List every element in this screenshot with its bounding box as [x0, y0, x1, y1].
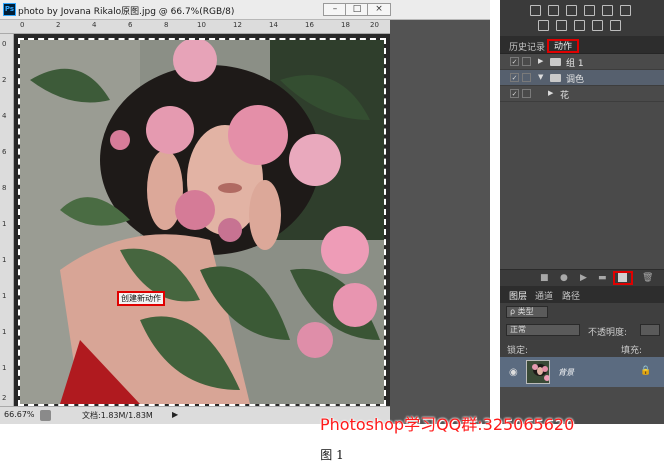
- ruler-tick: 0: [2, 40, 7, 48]
- actions-list: ✓ ▶ 组 1 ✓ ▼ 调色 ✓ ▶ 花: [500, 54, 664, 269]
- ruler-tick: 16: [305, 21, 314, 29]
- close-button[interactable]: ×: [367, 3, 391, 16]
- watermark-text: Photoshop学习QQ群:325065620: [320, 415, 575, 434]
- ruler-tick: 2: [2, 76, 7, 84]
- document-title-bar[interactable]: Ps photo by Jovana Rikalo原图.jpg @ 66.7%(…: [0, 0, 490, 20]
- action-set-label: 调色: [566, 75, 585, 85]
- horizontal-ruler[interactable]: 0 2 4 6 8 10 12 14 16 18 20: [0, 20, 390, 34]
- ruler-tick: 1: [2, 364, 7, 372]
- right-panels: 历史记录 动作 ✓ ▶ 组 1 ✓ ▼ 调色 ✓ ▶ 花 ■ ● ▶ ▬ 🗑 图…: [500, 0, 664, 424]
- adjustment-icon[interactable]: [584, 5, 595, 16]
- action-toggle-checkbox[interactable]: ✓: [510, 57, 519, 66]
- action-toggle-checkbox[interactable]: ✓: [510, 73, 519, 82]
- status-info-icon[interactable]: [40, 410, 51, 421]
- ruler-tick: 12: [233, 21, 242, 29]
- ruler-tick: 20: [370, 21, 379, 29]
- action-toggle-checkbox[interactable]: ✓: [510, 89, 519, 98]
- tab-paths[interactable]: 路径: [562, 289, 580, 302]
- adjustment-icon[interactable]: [574, 20, 585, 31]
- record-icon[interactable]: ●: [560, 273, 568, 283]
- ruler-tick: 4: [2, 112, 7, 120]
- ruler-tick: 6: [128, 21, 133, 29]
- vertical-ruler[interactable]: 0 2 4 6 8 1 1 1 1 1 2: [0, 34, 14, 406]
- status-menu-arrow-icon[interactable]: ▶: [172, 410, 178, 419]
- adjustment-icon[interactable]: [548, 5, 559, 16]
- dialog-toggle[interactable]: [522, 57, 531, 66]
- zoom-level[interactable]: 66.67%: [4, 410, 35, 419]
- ruler-tick: 4: [92, 21, 97, 29]
- maximize-button[interactable]: □: [345, 3, 369, 16]
- folder-icon: [550, 58, 561, 66]
- action-label: 花: [560, 91, 570, 101]
- document-image[interactable]: [18, 38, 386, 406]
- ruler-tick: 10: [197, 21, 206, 29]
- action-set-row[interactable]: ✓ ▶ 组 1: [500, 54, 664, 70]
- lock-row: 锁定: 填充:: [500, 339, 664, 357]
- action-set-row[interactable]: ✓ ▼ 调色: [500, 70, 664, 86]
- new-set-icon[interactable]: ▬: [598, 273, 607, 283]
- figure-caption: 图 1: [320, 448, 344, 462]
- ruler-tick: 1: [2, 292, 7, 300]
- ruler-tick: 1: [2, 328, 7, 336]
- eye-icon[interactable]: ◉: [509, 367, 518, 378]
- ruler-tick: 2: [56, 21, 61, 29]
- ruler-tick: 6: [2, 148, 7, 156]
- ruler-tick: 8: [164, 21, 169, 29]
- ruler-tick: 18: [341, 21, 350, 29]
- action-row[interactable]: ✓ ▶ 花: [500, 86, 664, 102]
- ruler-tick: 0: [20, 21, 25, 29]
- adjustment-icon[interactable]: [602, 5, 613, 16]
- adjustment-icon[interactable]: [538, 20, 549, 31]
- document-title: photo by Jovana Rikalo原图.jpg @ 66.7%(RGB…: [18, 7, 235, 17]
- adjustment-icon[interactable]: [620, 5, 631, 16]
- lock-icon: 🔒: [640, 366, 652, 376]
- dialog-toggle[interactable]: [522, 89, 531, 98]
- layer-name[interactable]: 背景: [558, 367, 574, 378]
- history-actions-tabs: 历史记录 动作: [500, 36, 664, 54]
- adjustment-icon[interactable]: [530, 5, 541, 16]
- adjustment-icon[interactable]: [556, 20, 567, 31]
- expand-triangle-icon[interactable]: ▶: [548, 89, 553, 97]
- document-size: 文档:1.83M/1.83M: [82, 411, 153, 420]
- ruler-tick: 1: [2, 256, 7, 264]
- ruler-tick: 14: [269, 21, 278, 29]
- new-action-button[interactable]: [618, 273, 627, 282]
- expand-triangle-icon[interactable]: ▶: [538, 57, 543, 65]
- adjustments-icon-strip: [500, 0, 664, 36]
- lock-label: 锁定:: [507, 346, 529, 356]
- minimize-button[interactable]: –: [323, 3, 347, 16]
- layer-filter-row: ρ 类型: [500, 303, 664, 321]
- opacity-field[interactable]: [640, 324, 660, 336]
- document-window: Ps photo by Jovana Rikalo原图.jpg @ 66.7%(…: [0, 0, 490, 424]
- dialog-toggle[interactable]: [522, 73, 531, 82]
- tab-layers[interactable]: 图层: [509, 289, 527, 302]
- photo-woman-with-peonies: [20, 40, 384, 404]
- adjustment-icon[interactable]: [610, 20, 621, 31]
- photoshop-logo-icon: Ps: [3, 3, 16, 16]
- tab-actions[interactable]: 动作: [547, 39, 580, 53]
- layer-thumbnail[interactable]: [526, 360, 550, 384]
- layer-row-background[interactable]: ◉ 背景 🔒: [500, 357, 664, 387]
- layers-panel-tabs: 图层 通道 路径: [500, 286, 664, 303]
- fill-label: 填充:: [621, 346, 643, 356]
- adjustment-icon[interactable]: [566, 5, 577, 16]
- actions-bottom-bar: ■ ● ▶ ▬ 🗑: [500, 269, 664, 286]
- ruler-tick: 2: [2, 394, 7, 402]
- play-icon[interactable]: ▶: [580, 273, 587, 283]
- ruler-tick: 1: [2, 220, 7, 228]
- delete-icon[interactable]: 🗑: [642, 273, 653, 283]
- stop-icon[interactable]: ■: [540, 273, 549, 283]
- blend-mode-select[interactable]: 正常: [506, 324, 580, 336]
- new-action-tooltip: 创建新动作: [117, 291, 165, 306]
- folder-icon: [550, 74, 561, 82]
- tab-history[interactable]: 历史记录: [509, 40, 545, 53]
- opacity-label: 不透明度:: [588, 328, 628, 338]
- blend-row: 正常 不透明度:: [500, 321, 664, 339]
- collapse-triangle-icon[interactable]: ▼: [538, 73, 543, 81]
- action-set-label: 组 1: [566, 59, 584, 69]
- ruler-tick: 8: [2, 184, 7, 192]
- tab-channels[interactable]: 通道: [535, 289, 553, 302]
- adjustment-icon[interactable]: [592, 20, 603, 31]
- layer-filter-select[interactable]: ρ 类型: [506, 306, 548, 318]
